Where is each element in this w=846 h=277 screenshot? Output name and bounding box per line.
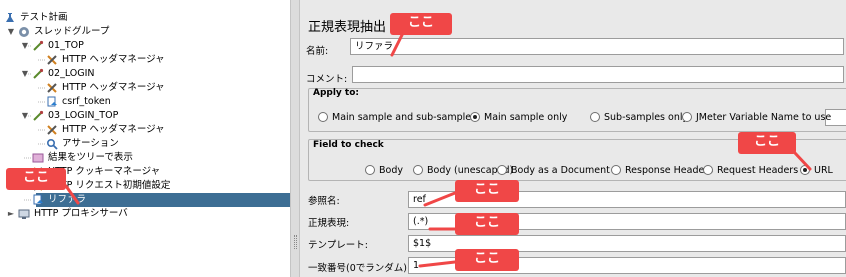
callout-reference: ここ — [455, 180, 519, 202]
proxy-icon — [18, 208, 30, 220]
radio-circle-icon[interactable] — [497, 165, 507, 175]
apply-to-radio[interactable]: Main sample only — [470, 110, 567, 124]
callout-url: ここ — [738, 132, 796, 154]
tools-icon — [46, 54, 58, 66]
template-label: テンプレート: — [308, 240, 368, 251]
radio-label: Main sample and sub-samples — [332, 111, 477, 123]
apply-to-title: Apply to: — [313, 88, 360, 98]
tree-item-label: 02_LOGIN — [48, 68, 95, 79]
extractor-icon — [32, 194, 44, 206]
radio-label: Request Headers — [717, 164, 799, 176]
field-to-check-radio[interactable]: Body as a Document — [497, 163, 610, 177]
extractor-icon — [46, 96, 58, 108]
tree-item-label: アサーション — [62, 138, 119, 149]
test-plan-tree[interactable]: テスト計画 ▼ スレッドグループ ▼ 01_TOP HTTP ヘッダマネージャ ▼ 02_LO… — [0, 0, 290, 277]
listener-icon — [32, 152, 44, 164]
callout-tree-item: ここ — [6, 168, 66, 190]
expand-toggle-icon[interactable]: ▼ — [6, 25, 16, 39]
collapse-toggle-icon[interactable]: ► — [6, 207, 16, 221]
comment-label: コメント: — [306, 74, 348, 85]
callout-match: ここ — [455, 249, 519, 271]
tree-item[interactable]: csrf_token — [0, 95, 290, 109]
radio-circle-icon[interactable] — [413, 165, 423, 175]
tree-item[interactable]: HTTP ヘッダマネージャ — [0, 123, 290, 137]
tree-item[interactable]: ► HTTP プロキシサーバ — [0, 207, 290, 221]
expand-toggle-icon[interactable]: ▼ — [20, 67, 30, 81]
pane-splitter[interactable] — [290, 0, 300, 277]
apply-to-radio[interactable]: Sub-samples only — [590, 110, 688, 124]
match-number-label: 一致番号(0でランダム): — [308, 263, 411, 274]
radio-label: Body as a Document — [511, 164, 610, 176]
tree-item-label: 結果をツリーで表示 — [48, 152, 133, 163]
comment-field[interactable] — [352, 66, 844, 83]
tree-item[interactable]: HTTP ヘッダマネージャ — [0, 81, 290, 95]
radio-circle-icon[interactable] — [682, 112, 692, 122]
tree-item[interactable]: ▼ 03_LOGIN_TOP — [0, 109, 290, 123]
tree-item-label: csrf_token — [62, 96, 111, 107]
apply-to-radio[interactable]: JMeter Variable Name to use — [682, 110, 831, 124]
radio-label: Response Headers — [625, 164, 714, 176]
callout-regex: ここ — [455, 213, 519, 235]
radio-label: Sub-samples only — [604, 111, 689, 123]
tree-item-label: テスト計画 — [20, 12, 68, 23]
radio-label: Main sample only — [484, 111, 568, 123]
field-to-check-radio[interactable]: URL — [800, 163, 833, 177]
tree-item[interactable]: ▼ 02_LOGIN — [0, 67, 290, 81]
pipette-icon — [32, 68, 44, 80]
callout-name: ここ — [390, 13, 452, 35]
radio-circle-icon[interactable] — [703, 165, 713, 175]
tree-item-label: リファラ — [48, 194, 87, 205]
tree-item[interactable]: 結果をツリーで表示 — [0, 151, 290, 165]
tree-item-label: HTTP リクエスト初期値設定 — [48, 180, 171, 191]
radio-circle-icon[interactable] — [470, 112, 480, 122]
field-to-check-radio[interactable]: Request Headers — [703, 163, 798, 177]
field-to-check-radio[interactable]: Response Headers — [611, 163, 713, 177]
radio-label: URL — [814, 164, 833, 176]
tree-item-label: 01_TOP — [48, 40, 84, 51]
panel-title: 正規表現抽出 — [308, 20, 387, 35]
tree-item[interactable]: HTTP ヘッダマネージャ — [0, 53, 290, 67]
radio-circle-icon[interactable] — [590, 112, 600, 122]
splitter-grip[interactable] — [294, 235, 297, 249]
radio-circle-icon[interactable] — [800, 165, 810, 175]
radio-circle-icon[interactable] — [365, 165, 375, 175]
radio-circle-icon[interactable] — [318, 112, 328, 122]
tree-item[interactable]: アサーション — [0, 137, 290, 151]
tools-icon — [46, 82, 58, 94]
tree-item[interactable]: ▼ 01_TOP — [0, 39, 290, 53]
field-to-check-radio[interactable]: Body — [365, 163, 403, 177]
tree-item-label: スレッドグループ — [34, 26, 110, 37]
field-to-check-title: Field to check — [313, 140, 384, 150]
expand-toggle-icon[interactable]: ▼ — [20, 109, 30, 123]
pipette-icon — [32, 110, 44, 122]
expand-toggle-icon[interactable]: ▼ — [20, 39, 30, 53]
name-label: 名前: — [306, 46, 329, 57]
radio-circle-icon[interactable] — [611, 165, 621, 175]
tree-item[interactable]: リファラ — [33, 193, 290, 207]
apply-to-radio[interactable]: Main sample and sub-samples — [318, 110, 476, 124]
tools-icon — [46, 124, 58, 136]
tree-item-label: HTTP ヘッダマネージャ — [62, 54, 165, 65]
regex-label: 正規表現: — [308, 218, 350, 229]
gear-icon — [18, 26, 30, 38]
reference-name-label: 参照名: — [308, 196, 340, 207]
tree-item-label: 03_LOGIN_TOP — [48, 110, 119, 121]
radio-label: JMeter Variable Name to use — [696, 111, 832, 123]
tree-item-label: HTTP プロキシサーバ — [34, 208, 128, 219]
magnifier-icon — [46, 138, 58, 150]
flask-icon — [4, 12, 16, 24]
tree-item[interactable]: ▼ スレッドグループ — [0, 25, 290, 39]
tree-item[interactable]: テスト計画 — [0, 11, 290, 25]
pipette-icon — [32, 40, 44, 52]
name-field[interactable]: リファラ — [350, 38, 844, 55]
tree-item-label: HTTP ヘッダマネージャ — [62, 82, 165, 93]
tree-item-label: HTTP ヘッダマネージャ — [62, 124, 165, 135]
radio-label: Body — [379, 164, 403, 176]
